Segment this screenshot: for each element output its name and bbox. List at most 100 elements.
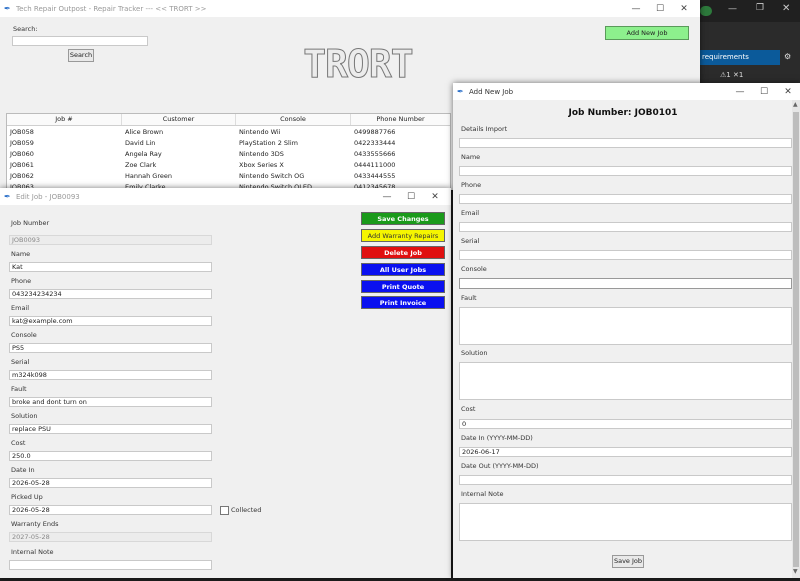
search-input[interactable] (12, 36, 148, 46)
label-date-in: Date In (11, 466, 35, 474)
print-invoice-label: Print Invoice (379, 298, 427, 307)
label-serial: Serial (11, 358, 30, 366)
vertical-scrollbar[interactable]: ▲ ▼ (792, 100, 800, 578)
label-email: Email (11, 304, 30, 312)
details-import-field[interactable] (459, 138, 792, 148)
maximize-icon[interactable]: ☐ (399, 189, 423, 204)
close-icon[interactable]: ✕ (776, 84, 800, 99)
main-titlebar: ✒ Tech Repair Outpost - Repair Tracker -… (0, 0, 700, 17)
add-new-job-button[interactable]: Add New Job (605, 26, 689, 40)
email-input[interactable] (459, 222, 792, 232)
internal-note-textarea[interactable] (459, 503, 792, 541)
bg-restore-icon[interactable]: ❐ (756, 3, 764, 13)
header-console[interactable]: Console (236, 114, 351, 125)
cell-phone: 0422333444 (354, 138, 396, 147)
cell-job: JOB058 (10, 127, 34, 136)
table-row[interactable]: JOB062 Hannah Green Nintendo Switch OG 0… (7, 170, 450, 181)
scroll-down-icon[interactable]: ▼ (793, 568, 798, 575)
table-row[interactable]: JOB061 Zoe Clark Xbox Series X 044411100… (7, 159, 450, 170)
phone-input[interactable] (459, 194, 792, 204)
label-date-in: Date In (YYYY-MM-DD) (461, 434, 533, 442)
console-field[interactable]: PS5 (9, 343, 212, 353)
solution-textarea[interactable] (459, 362, 792, 400)
minimize-icon[interactable]: — (728, 84, 752, 99)
date-in-input[interactable]: 2026-06-17 (459, 447, 792, 457)
internal-note-field[interactable] (9, 560, 212, 570)
date-out-input[interactable] (459, 475, 792, 485)
cell-customer: Angela Ray (125, 149, 162, 158)
phone-field[interactable]: 043234234234 (9, 289, 212, 299)
name-input[interactable] (459, 166, 792, 176)
header-job-number[interactable]: Job # (7, 114, 122, 125)
table-row[interactable]: JOB059 David Lin PlayStation 2 Slim 0422… (7, 137, 450, 148)
header-customer[interactable]: Customer (122, 114, 236, 125)
save-job-label: Save Job (613, 557, 643, 565)
gear-icon[interactable]: ⚙ (784, 52, 791, 61)
cell-console: Nintendo Switch OG (239, 171, 305, 180)
cell-job: JOB061 (10, 160, 34, 169)
main-window-title: Tech Repair Outpost - Repair Tracker ---… (16, 4, 207, 13)
save-job-button[interactable]: Save Job (612, 555, 644, 568)
feather-icon: ✒ (457, 86, 464, 96)
email-field[interactable]: kat@example.com (9, 316, 212, 326)
cell-job: JOB060 (10, 149, 34, 158)
job-number-field: JOB0093 (9, 235, 212, 245)
save-changes-button[interactable]: Save Changes (361, 212, 445, 225)
table-header: Job # Customer Console Phone Number (7, 114, 450, 126)
print-quote-button[interactable]: Print Quote (361, 280, 445, 293)
cost-input[interactable]: 0 (459, 419, 792, 429)
collected-checkbox[interactable] (220, 506, 229, 515)
app-logo: TRORT (288, 40, 428, 88)
scrollbar-thumb[interactable] (793, 112, 799, 567)
edit-job-window: ✒ Edit Job - JOB0093 — ☐ ✕ Job Number JO… (0, 188, 451, 578)
print-quote-label: Print Quote (381, 282, 425, 291)
bg-close-icon[interactable]: ✕ (782, 3, 790, 14)
cell-phone: 0433444555 (354, 171, 396, 180)
header-phone[interactable]: Phone Number (351, 114, 450, 125)
warranty-ends-field: 2027-05-28 (9, 532, 212, 542)
search-label: Search: (13, 25, 38, 33)
table-row[interactable]: JOB058 Alice Brown Nintendo Wii 04998877… (7, 126, 450, 137)
problem-counts[interactable]: ⚠1 ✕1 (720, 71, 743, 79)
label-serial: Serial (461, 237, 480, 245)
fault-field[interactable]: broke and dont turn on (9, 397, 212, 407)
table-row[interactable]: JOB060 Angela Ray Nintendo 3DS 043355566… (7, 148, 450, 159)
all-user-jobs-label: All User Jobs (379, 265, 427, 274)
cost-field[interactable]: 250.0 (9, 451, 212, 461)
maximize-icon[interactable]: ☐ (648, 1, 672, 16)
label-warranty-ends: Warranty Ends (11, 520, 59, 528)
requirements-tab[interactable]: requirements (698, 50, 780, 65)
maximize-icon[interactable]: ☐ (752, 84, 776, 99)
job-number-heading: Job Number: JOB0101 (568, 108, 678, 118)
picked-up-field[interactable]: 2026-05-28 (9, 505, 212, 515)
scroll-up-icon[interactable]: ▲ (793, 101, 798, 108)
label-date-out: Date Out (YYYY-MM-DD) (461, 462, 539, 470)
edit-window-controls: — ☐ ✕ (375, 189, 447, 204)
cell-console: Nintendo 3DS (239, 149, 284, 158)
solution-field[interactable]: replace PSU (9, 424, 212, 434)
fault-textarea[interactable] (459, 307, 792, 345)
name-field[interactable]: Kat (9, 262, 212, 272)
date-in-field[interactable]: 2026-05-28 (9, 478, 212, 488)
label-phone: Phone (461, 181, 482, 189)
label-cost: Cost (461, 405, 476, 413)
minimize-icon[interactable]: — (624, 1, 648, 16)
cell-customer: Zoe Clark (125, 160, 157, 169)
delete-job-button[interactable]: Delete Job (361, 246, 445, 259)
add-window-controls: — ☐ ✕ (728, 84, 800, 99)
label-job-number: Job Number (11, 219, 50, 227)
cell-job: JOB062 (10, 171, 34, 180)
search-button[interactable]: Search (68, 49, 94, 62)
close-icon[interactable]: ✕ (423, 189, 447, 204)
serial-input[interactable] (459, 250, 792, 260)
all-user-jobs-button[interactable]: All User Jobs (361, 263, 445, 276)
cell-phone: 0499887766 (354, 127, 396, 136)
add-warranty-repairs-button[interactable]: Add Warranty Repairs (361, 229, 445, 242)
label-email: Email (461, 209, 480, 217)
bg-minimize-icon[interactable]: — (728, 4, 737, 14)
print-invoice-button[interactable]: Print Invoice (361, 296, 445, 309)
close-icon[interactable]: ✕ (672, 1, 696, 16)
serial-field[interactable]: m324k098 (9, 370, 212, 380)
minimize-icon[interactable]: — (375, 189, 399, 204)
console-input[interactable] (459, 278, 792, 289)
